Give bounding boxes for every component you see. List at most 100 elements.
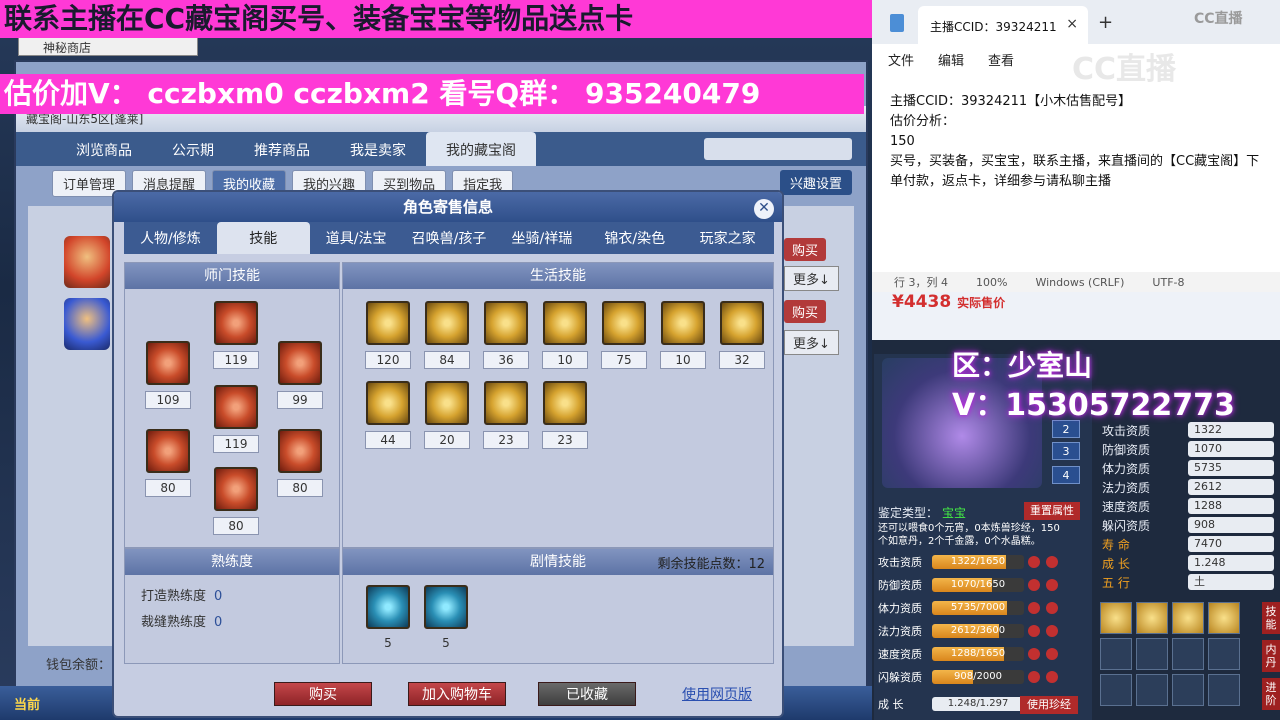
tab-browse[interactable]: 浏览商品 [56,132,152,166]
pet-skill-slot [1100,638,1132,670]
tab-skills[interactable]: 技能 [216,222,310,254]
decrease-icon[interactable] [1028,579,1040,591]
tab-outfits[interactable]: 锦衣/染色 [588,222,681,254]
use-scroll-button[interactable]: 使用珍经 [1020,696,1078,714]
menu-edit[interactable]: 编辑 [938,50,964,69]
web-version-link[interactable]: 使用网页版 [682,684,752,704]
notepad-text[interactable]: 主播CCID：39324211【小木估售配号】 估价分析： 150 买号，买装备… [890,92,1270,192]
menu-view[interactable]: 查看 [988,50,1014,69]
buy-button[interactable]: 购买 [784,238,827,261]
close-icon[interactable]: ✕ [754,199,774,219]
skill-item[interactable]: 119 [213,385,259,453]
notepad-tab[interactable]: 主播CCID：39324211 × [918,6,1088,44]
close-icon[interactable]: × [1066,16,1078,32]
skill-item[interactable]: 99 [277,341,323,409]
more-button[interactable]: 更多↓ [784,330,839,355]
price-value: ¥4438 [892,292,952,312]
skill-item[interactable]: 109 [145,341,191,409]
favorited-button[interactable]: 已收藏 [538,682,636,706]
skill-level: 20 [424,431,470,449]
skill-icon [425,301,469,345]
buy-button[interactable]: 购买 [784,300,827,323]
tab-mounts[interactable]: 坐骑/祥瑞 [495,222,588,254]
skill-item[interactable]: 20 [424,381,470,449]
increase-icon[interactable] [1046,579,1058,591]
contact-overlay: V：15305722773 [952,388,1235,423]
decrease-icon[interactable] [1028,625,1040,637]
tab-character[interactable]: 人物/修炼 [124,222,217,254]
decrease-icon[interactable] [1028,671,1040,683]
feeding-note: 还可以喂食0个元宵，0本炼兽珍经，150个如意丹，2个千金露，0个水晶糕。 [878,523,1060,547]
tailoring-row: 裁缝熟练度 0 [141,611,222,630]
buy-button[interactable]: 购买 [274,682,372,706]
skill-item[interactable]: 44 [365,381,411,449]
skill-level: 80 [145,479,191,497]
increase-icon[interactable] [1046,556,1058,568]
tab-items[interactable]: 道具/法宝 [310,222,403,254]
tab-pets[interactable]: 召唤兽/孩子 [403,222,496,254]
forging-value: 0 [214,589,223,604]
notepad-window: 主播CCID：39324211 × + CC直播 文件 编辑 查看 CC直播 主… [872,0,1280,340]
interest-settings-button[interactable]: 兴趣设置 [779,170,852,195]
skill-item[interactable]: 36 [483,301,529,369]
increase-icon[interactable] [1046,671,1058,683]
decrease-icon[interactable] [1028,648,1040,660]
tab-pet-skills[interactable]: 技能 [1262,602,1280,634]
skill-item[interactable]: 80 [277,429,323,497]
decrease-icon[interactable] [1028,556,1040,568]
skill-item[interactable]: 23 [483,381,529,449]
skill-item[interactable]: 80 [213,467,259,535]
aptitude-bar: 1070/1650 [932,578,1024,592]
page-button[interactable]: 4 [1052,466,1080,484]
price: ¥4438 实际售价 [892,292,1005,312]
add-cart-button[interactable]: 加入购物车 [408,682,506,706]
price-note: 实际售价 [957,296,1006,310]
skill-item[interactable]: 75 [601,301,647,369]
pet-skill-slot [1208,674,1240,706]
skill-level: 5 [442,636,450,650]
increase-icon[interactable] [1046,648,1058,660]
tab-home[interactable]: 玩家之家 [681,222,774,254]
appraisal-type: 鉴定类型： 宝宝 [878,504,966,521]
tab-my-treasure[interactable]: 我的藏宝阁 [426,132,536,166]
skill-icon [484,301,528,345]
page-button[interactable]: 3 [1052,442,1080,460]
skill-item[interactable]: 119 [213,301,259,369]
tab-announce[interactable]: 公示期 [152,132,234,166]
skill-item[interactable]: 84 [424,301,470,369]
skill-item[interactable]: 32 [719,301,765,369]
skill-item[interactable]: 120 [365,301,411,369]
skill-item[interactable]: 23 [542,381,588,449]
skill-item[interactable]: 80 [145,429,191,497]
skill-item[interactable]: 10 [660,301,706,369]
skill-item[interactable]: 5 [423,585,469,653]
panel-title: 熟练度 [125,549,339,575]
pet-skill-icon[interactable] [1172,602,1204,634]
decrease-icon[interactable] [1028,602,1040,614]
tab-pet-advance[interactable]: 进阶 [1262,678,1280,710]
pet-skill-icon[interactable] [1136,602,1168,634]
story-skills-panel: 剧情技能 剩余技能点数：12 5 5 [342,548,774,664]
aptitude-text: 908/2000 [954,671,1002,682]
pet-skill-icon[interactable] [1100,602,1132,634]
skill-item[interactable]: 5 [365,585,411,653]
shop-tab[interactable]: 神秘商店 [18,36,198,56]
skill-item[interactable]: 10 [542,301,588,369]
life-skills-panel: 生活技能 120 84 36 10 75 10 32 44 20 23 23 [342,262,774,548]
cc-watermark-logo: CC直播 [1072,52,1177,87]
tab-recommend[interactable]: 推荐商品 [234,132,330,166]
new-tab-icon[interactable]: + [1098,12,1113,33]
reset-attributes-button[interactable]: 重置属性 [1024,502,1080,520]
attr-label: 法力资质 [1102,481,1151,495]
channel-label[interactable]: 当前 [14,694,40,713]
pet-skill-icon[interactable] [1208,602,1240,634]
search-input[interactable] [704,138,852,160]
increase-icon[interactable] [1046,625,1058,637]
more-button[interactable]: 更多↓ [784,266,839,291]
skill-icon [214,301,258,345]
skill-level: 80 [213,517,259,535]
increase-icon[interactable] [1046,602,1058,614]
tab-seller[interactable]: 我是卖家 [330,132,426,166]
menu-file[interactable]: 文件 [888,50,914,69]
tab-pet-core[interactable]: 内丹 [1262,640,1280,672]
